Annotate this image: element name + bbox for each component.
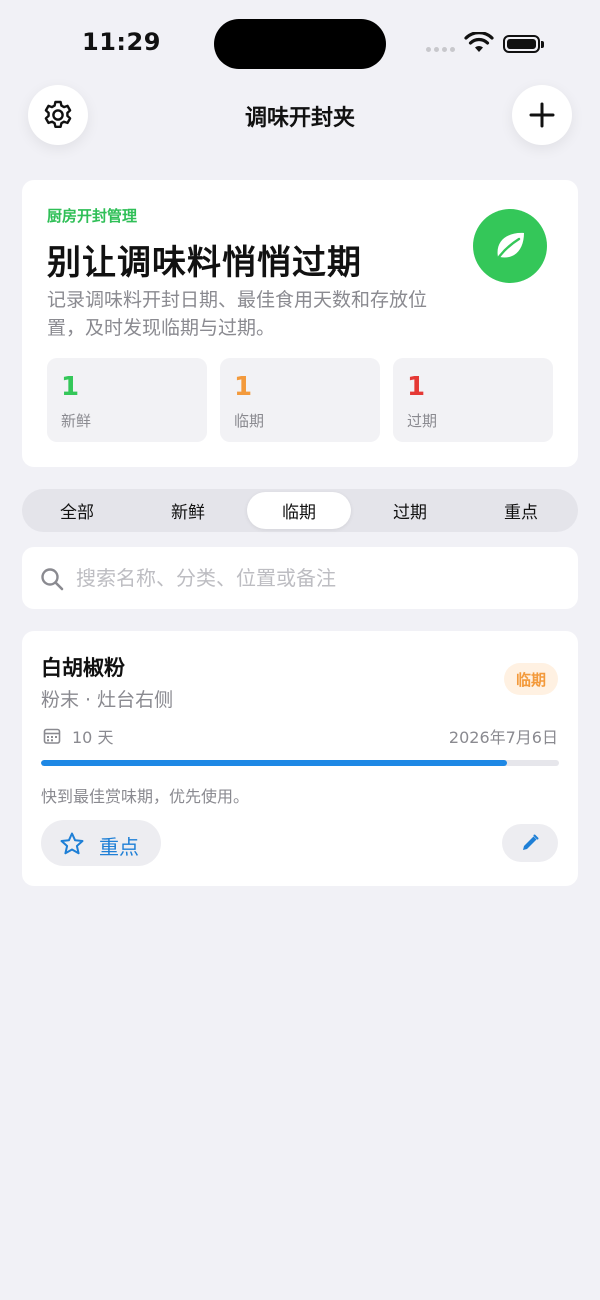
page-title: 调味开封夹 [244,106,355,131]
summary-card: 厨房开封管理 别让调味料悄悄过期 记录调味料开封日期、最佳食用天数和存放位置，及… [22,180,578,467]
item-date: 2026年7月6日 [448,728,558,747]
status-badge: 临期 [504,663,558,695]
stat-expiring-count: 1 [234,372,253,402]
summary-eyebrow: 厨房开封管理 [47,207,138,225]
search-input[interactable] [76,559,556,597]
freshness-progress-fill [41,760,508,766]
item-name: 白胡椒粉 [41,656,125,680]
stat-expired-label: 过期 [407,412,438,430]
item-note: 快到最佳赏味期，优先使用。 [41,787,250,806]
calendar-icon [43,728,61,744]
edit-button[interactable] [502,824,558,862]
search-icon [41,568,64,591]
plus-icon [529,102,555,128]
tab-expiring[interactable]: 临期 [247,492,351,529]
star-icon [60,832,84,855]
item-days: 10 天 [72,728,114,747]
tab-pinned[interactable]: 重点 [469,492,573,529]
wifi-icon [464,31,494,58]
app-screen: 11:29 调味开封夹 厨房开封管理 别让调味料悄悄过期 记录调味料开封日期、最… [0,0,600,1300]
stat-expired-count: 1 [407,372,426,402]
pin-button[interactable]: 重点 [41,820,161,866]
tab-expired[interactable]: 过期 [358,492,462,529]
cellular-signal-icon [426,47,455,52]
list-item[interactable]: 白胡椒粉 粉末 · 灶台右侧 临期 10 天 2026年7月6日 快到最佳赏味期… [22,631,578,886]
stat-fresh-label: 新鲜 [61,412,92,430]
stat-fresh-count: 1 [61,372,80,402]
tab-fresh[interactable]: 新鲜 [136,492,240,529]
status-time: 11:29 [82,28,161,56]
tab-all[interactable]: 全部 [25,492,129,529]
stat-expiring[interactable]: 1 临期 [220,358,380,442]
pencil-icon [523,834,539,850]
item-meta: 粉末 · 灶台右侧 [41,689,174,711]
battery-icon [503,35,544,53]
summary-title: 别让调味料悄悄过期 [47,243,362,283]
add-button[interactable] [512,85,572,145]
summary-description: 记录调味料开封日期、最佳食用天数和存放位置，及时发现临期与过期。 [47,289,428,339]
stat-expired[interactable]: 1 过期 [393,358,553,442]
dynamic-island [214,19,386,69]
search-bar [22,547,578,609]
leaf-badge [473,209,547,283]
stat-expiring-label: 临期 [234,412,265,430]
leaf-icon [497,232,524,259]
filter-tabs: 全部 新鲜 临期 过期 重点 [22,489,578,532]
pin-label: 重点 [99,835,139,859]
stat-fresh[interactable]: 1 新鲜 [47,358,207,442]
freshness-progress [41,760,559,766]
